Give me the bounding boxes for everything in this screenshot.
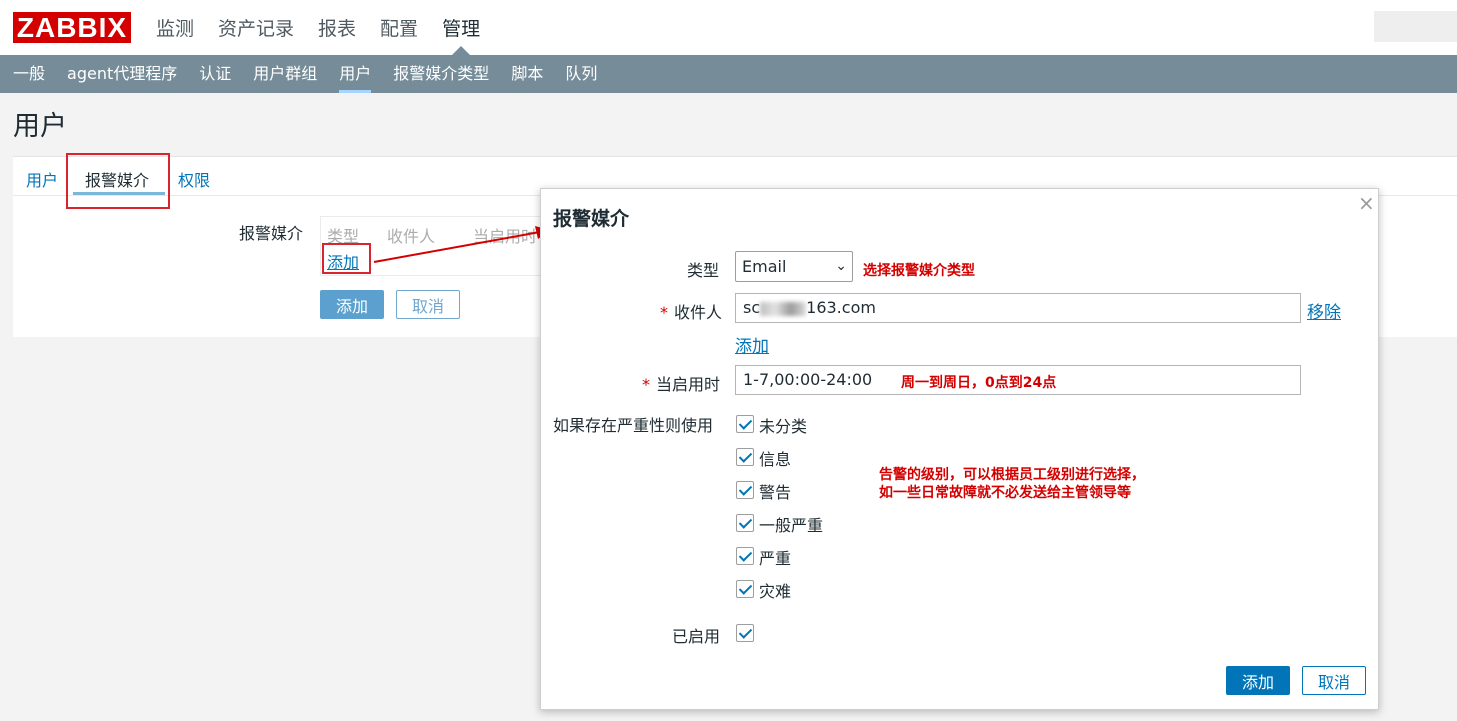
severity-information-label: 信息 <box>759 450 792 469</box>
severity-high-label: 严重 <box>759 549 792 568</box>
dialog-add-button[interactable]: 添加 <box>1226 666 1290 695</box>
severity-average-label: 一般严重 <box>759 516 824 535</box>
when-active-label-text: 当启用时 <box>656 375 721 394</box>
chevron-down-icon: ⌄ <box>835 258 847 274</box>
severity-warning-label: 警告 <box>759 483 792 502</box>
top-header: ZABBIX 监测 资产记录 报表 配置 管理 <box>0 0 1457 55</box>
severity-label: 如果存在严重性则使用 <box>553 416 714 435</box>
severity-disaster-label: 灾难 <box>759 582 792 601</box>
subnav-proxies[interactable]: agent代理程序 <box>67 55 177 93</box>
nav-monitoring[interactable]: 监测 <box>156 14 194 41</box>
nav-administration[interactable]: 管理 <box>442 14 480 55</box>
recipient-label-text: 收件人 <box>674 303 723 322</box>
enabled-label: 已启用 <box>672 627 721 646</box>
subnav-general[interactable]: 一般 <box>13 55 45 93</box>
cancel-button[interactable]: 取消 <box>396 290 460 319</box>
tab-permissions[interactable]: 权限 <box>178 167 210 191</box>
search-input[interactable] <box>1374 11 1457 42</box>
add-user-button[interactable]: 添加 <box>320 290 384 319</box>
tab-user[interactable]: 用户 <box>26 167 58 191</box>
nav-configuration[interactable]: 配置 <box>380 14 418 41</box>
type-select[interactable]: Email ⌄ <box>735 251 853 282</box>
recipient-suffix: 163.com <box>806 298 876 317</box>
dialog-cancel-button[interactable]: 取消 <box>1302 666 1366 695</box>
subnav-queue[interactable]: 队列 <box>565 55 597 93</box>
recipient-label: * 收件人 <box>660 299 722 323</box>
severity-not-classified-checkbox[interactable] <box>736 415 754 433</box>
annotation-severity-note-1: 告警的级别，可以根据员工级别进行选择， <box>879 467 1145 483</box>
annotation-severity-note-2: 如一些日常故障就不必发送给主管领导等 <box>879 485 1131 501</box>
annotation-highlight-tab <box>66 153 170 209</box>
enabled-checkbox[interactable] <box>736 624 754 642</box>
annotation-highlight-add <box>322 243 371 274</box>
recipient-input[interactable]: sc 163.com <box>735 293 1301 323</box>
recipient-prefix: sc <box>743 298 761 317</box>
severity-disaster-checkbox[interactable] <box>736 580 754 598</box>
severity-average-checkbox[interactable] <box>736 514 754 532</box>
annotation-type-note: 选择报警媒介类型 <box>863 263 975 279</box>
required-marker: * <box>642 375 650 394</box>
add-recipient-link[interactable]: 添加 <box>735 332 769 357</box>
close-icon[interactable]: × <box>1358 191 1375 215</box>
annotation-time-note: 周一到周日，0点到24点 <box>901 375 1057 391</box>
subnav-users[interactable]: 用户 <box>339 55 372 93</box>
redacted-blur <box>760 301 807 316</box>
subnav-user-groups[interactable]: 用户群组 <box>253 55 317 93</box>
media-label: 报警媒介 <box>239 224 304 243</box>
zabbix-logo[interactable]: ZABBIX <box>13 12 131 43</box>
dialog-title: 报警媒介 <box>553 208 630 230</box>
nav-inventory[interactable]: 资产记录 <box>218 14 294 41</box>
subnav-media-types[interactable]: 报警媒介类型 <box>393 55 489 93</box>
nav-reports[interactable]: 报表 <box>318 14 356 41</box>
subnav-scripts[interactable]: 脚本 <box>511 55 543 93</box>
subnav-authentication[interactable]: 认证 <box>199 55 231 93</box>
severity-warning-checkbox[interactable] <box>736 481 754 499</box>
required-marker: * <box>660 303 668 322</box>
remove-recipient-link[interactable]: 移除 <box>1307 298 1341 323</box>
type-label: 类型 <box>687 261 720 280</box>
severity-information-checkbox[interactable] <box>736 448 754 466</box>
media-dialog: 报警媒介 × 类型 Email ⌄ 选择报警媒介类型 * 收件人 sc 163.co… <box>540 188 1379 710</box>
sub-nav: 一般 agent代理程序 认证 用户群组 用户 报警媒介类型 脚本 队列 <box>0 55 1457 93</box>
severity-high-checkbox[interactable] <box>736 547 754 565</box>
when-active-value: 1-7,00:00-24:00 <box>743 370 873 389</box>
main-nav: 监测 资产记录 报表 配置 管理 <box>156 14 480 55</box>
severity-not-classified-label: 未分类 <box>759 417 808 436</box>
type-select-value: Email <box>742 257 787 276</box>
annotation-arrow <box>373 226 550 263</box>
page-title: 用户 <box>13 111 67 142</box>
when-active-label: * 当启用时 <box>642 371 720 395</box>
